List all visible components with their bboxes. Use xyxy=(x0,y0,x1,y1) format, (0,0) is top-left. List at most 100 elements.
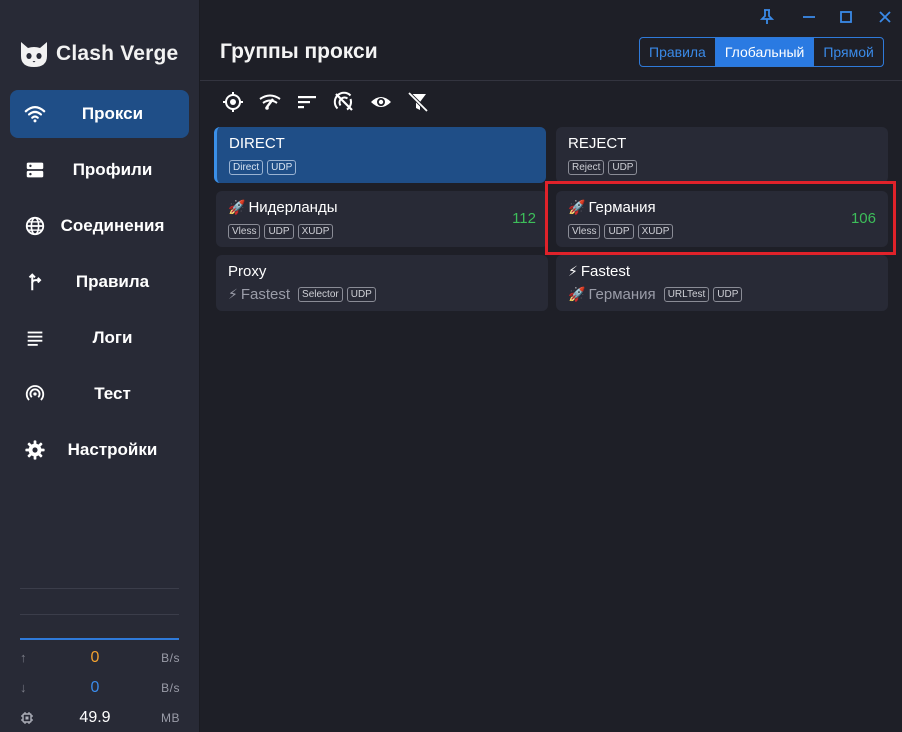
group-current-proxy: ⚡ Fastest xyxy=(228,286,290,303)
wifi-icon xyxy=(24,106,46,123)
app-logo: Clash Verge xyxy=(18,38,178,70)
download-value: 0 xyxy=(90,679,100,696)
gear-icon xyxy=(25,440,45,460)
proxy-card-netherlands[interactable]: 🚀 Нидерланды Vless UDP XUDP 112 xyxy=(216,191,548,247)
proxy-tags: Vless UDP XUDP xyxy=(228,224,337,239)
sidebar-item-rules[interactable]: Правила xyxy=(10,258,189,306)
server-icon xyxy=(26,162,44,178)
minimize-button[interactable] xyxy=(798,6,820,28)
maximize-icon xyxy=(840,11,852,23)
proxy-tag: Vless xyxy=(568,224,601,239)
proxy-tags: ⚡ Fastest Selector UDP xyxy=(228,286,380,303)
speed-test-button[interactable] xyxy=(257,90,283,114)
sort-icon xyxy=(298,96,316,109)
upload-speed: ↑ 0 B/s xyxy=(20,648,180,668)
proxy-tag: UDP xyxy=(346,287,376,302)
traffic-graph-line xyxy=(20,614,179,615)
proxy-name: 🚀 Нидерланды xyxy=(228,199,338,216)
filter-off-button[interactable] xyxy=(405,90,431,114)
rocket-icon: 🚀 xyxy=(568,199,586,215)
sidebar-item-logs[interactable]: Логи xyxy=(10,314,189,362)
sidebar-item-connections[interactable]: Соединения xyxy=(10,202,189,250)
proxy-card-reject[interactable]: REJECT Reject UDP xyxy=(556,127,888,183)
traffic-graph-baseline xyxy=(20,638,179,640)
proxy-tag: Vless xyxy=(228,224,261,239)
sidebar-item-profiles[interactable]: Профили xyxy=(10,146,189,194)
locate-icon xyxy=(223,92,243,112)
proxy-delay[interactable]: 112 xyxy=(512,210,536,227)
proxy-card-proxy-group[interactable]: Proxy ⚡ Fastest Selector UDP xyxy=(216,255,548,311)
sidebar-item-test[interactable]: Тест xyxy=(10,370,189,418)
proxy-tag: Selector xyxy=(298,287,343,302)
memory-value: 49.9 xyxy=(79,709,111,726)
memory-usage: 49.9 MB xyxy=(20,708,180,728)
maximize-button[interactable] xyxy=(835,6,857,28)
upload-value: 0 xyxy=(90,649,100,666)
globe-icon xyxy=(25,216,45,236)
proxy-tags: Reject UDP xyxy=(568,160,641,175)
proxy-tag: XUDP xyxy=(637,224,674,239)
sidebar-nav: Прокси Профили Соединения Правила Логи Т… xyxy=(10,90,189,482)
lines-icon xyxy=(27,331,43,346)
traffic-graph-line xyxy=(20,588,179,589)
arrow-up-icon: ↑ xyxy=(20,650,27,665)
proxy-name-text: Германия xyxy=(588,199,656,216)
mode-global-button[interactable]: Глобальный xyxy=(715,38,815,66)
chip-icon xyxy=(21,712,33,724)
proxy-toolbar xyxy=(220,90,442,114)
sidebar-item-settings[interactable]: Настройки xyxy=(10,426,189,474)
speed-test-icon xyxy=(259,94,281,110)
latency-off-icon xyxy=(333,91,353,111)
proxy-card-germany[interactable]: 🚀 Германия Vless UDP XUDP 106 xyxy=(556,191,888,247)
app-title: Clash Verge xyxy=(56,42,179,65)
rocket-icon: 🚀 xyxy=(228,199,246,215)
mode-toggle-group: Правила Глобальный Прямой xyxy=(639,37,884,67)
filter-off-icon xyxy=(407,91,429,113)
proxy-tags: Vless UDP XUDP xyxy=(568,224,677,239)
proxy-tag: UDP xyxy=(608,160,638,175)
proxy-tag: UDP xyxy=(264,224,294,239)
arrow-down-icon: ↓ xyxy=(20,680,27,695)
radar-icon xyxy=(25,385,45,401)
proxy-tag: UDP xyxy=(267,160,297,175)
proxy-tags: Direct UDP xyxy=(229,160,300,175)
mode-direct-button[interactable]: Прямой xyxy=(814,38,883,66)
header-divider xyxy=(200,80,902,81)
sidebar-item-proxies[interactable]: Прокси xyxy=(10,90,189,138)
proxy-tags: 🚀 Германия URLTest UDP xyxy=(568,286,746,303)
proxy-tag: Reject xyxy=(568,160,605,175)
group-current-proxy: 🚀 Германия xyxy=(568,286,656,303)
lightning-icon: ⚡ xyxy=(568,263,578,279)
pin-icon xyxy=(760,9,774,24)
proxy-tag: URLTest xyxy=(663,287,710,302)
close-icon xyxy=(879,11,891,23)
visibility-button[interactable] xyxy=(368,90,394,114)
group-current-proxy-name: Fastest xyxy=(240,286,291,303)
sidebar: Clash Verge Прокси Профили Соединения Пр… xyxy=(0,0,200,732)
pin-button[interactable] xyxy=(756,6,778,28)
minimize-icon xyxy=(803,16,815,18)
proxy-tag: UDP xyxy=(713,287,743,302)
latency-off-button[interactable] xyxy=(331,90,357,114)
proxy-name: REJECT xyxy=(568,135,627,152)
proxy-tag: UDP xyxy=(604,224,634,239)
page-title: Группы прокси xyxy=(220,40,378,63)
locate-button[interactable] xyxy=(220,90,246,114)
proxy-delay[interactable]: 106 xyxy=(851,210,876,227)
sort-button[interactable] xyxy=(294,90,320,114)
eye-icon xyxy=(371,97,391,107)
proxy-name: ⚡ Fastest xyxy=(568,263,630,280)
proxy-name: DIRECT xyxy=(229,135,285,152)
proxy-card-direct[interactable]: DIRECT Direct UDP xyxy=(214,127,546,183)
download-unit: B/s xyxy=(161,681,180,695)
lightning-icon: ⚡ xyxy=(228,286,238,302)
proxy-card-fastest-group[interactable]: ⚡ Fastest 🚀 Германия URLTest UDP xyxy=(556,255,888,311)
close-button[interactable] xyxy=(874,6,896,28)
proxy-tag: Direct xyxy=(229,160,264,175)
mode-rule-button[interactable]: Правила xyxy=(640,38,716,66)
group-current-proxy-name: Германия xyxy=(588,286,656,303)
memory-unit: MB xyxy=(161,711,180,725)
proxy-name: Proxy xyxy=(228,263,267,280)
upload-unit: B/s xyxy=(161,651,180,665)
proxy-name-text: Fastest xyxy=(580,263,631,280)
